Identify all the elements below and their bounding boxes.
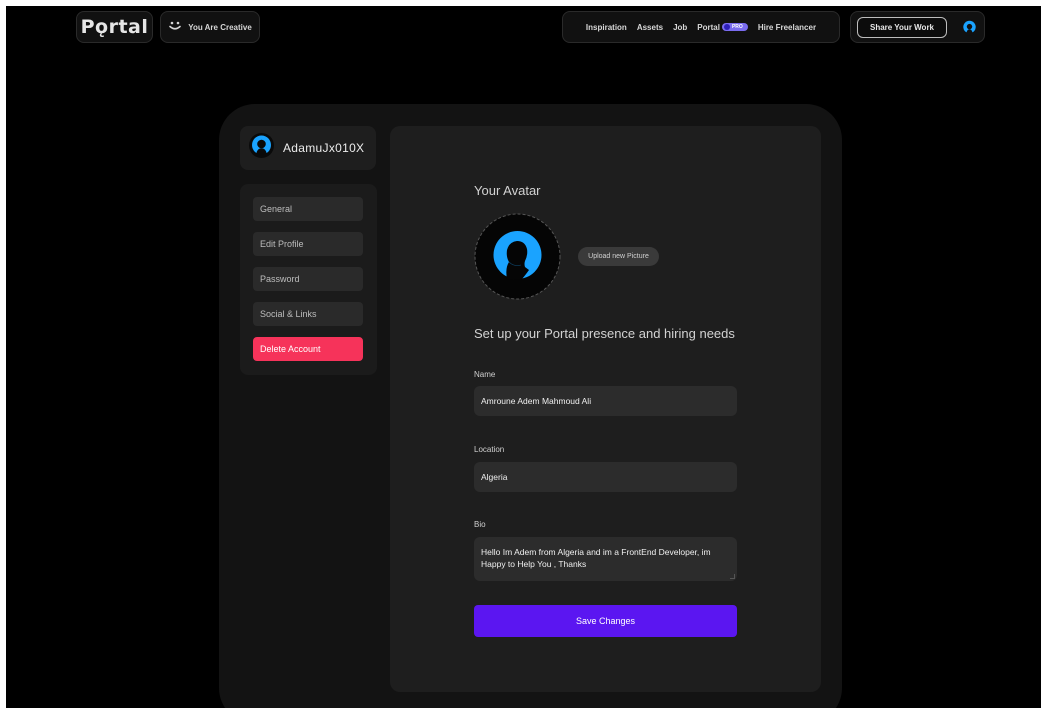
portal-logo[interactable]: Pǫrtal (76, 11, 153, 43)
avatar-title: Your Avatar (474, 183, 541, 198)
nav-hire-freelancer[interactable]: Hire Freelancer (758, 23, 816, 32)
smile-icon (168, 20, 182, 34)
location-input[interactable]: Algeria (474, 462, 737, 492)
profile-form: Your Avatar Upload new Picture Set up yo… (390, 126, 821, 692)
resize-grip-icon[interactable] (730, 574, 735, 579)
nav-assets[interactable]: Assets (637, 23, 663, 32)
user-card: AdamuJx010X (240, 126, 376, 170)
tagline-text: You Are Creative (188, 22, 252, 32)
save-changes-button[interactable]: Save Changes (474, 605, 737, 637)
nav-portal-label: Portal (697, 22, 720, 32)
share-your-work-button[interactable]: Share Your Work (857, 17, 947, 38)
name-label: Name (474, 370, 496, 379)
delete-account-button[interactable]: Delete Account (253, 337, 363, 361)
bio-text: Hello Im Adem from Algeria and im a Fron… (481, 547, 711, 569)
username: AdamuJx010X (283, 141, 365, 155)
nav-portal[interactable]: Portal PRO (697, 23, 748, 32)
presence-heading: Set up your Portal presence and hiring n… (474, 326, 735, 341)
location-label: Location (474, 445, 505, 454)
upload-picture-button[interactable]: Upload new Picture (578, 247, 659, 266)
user-avatar-icon (249, 133, 274, 163)
menu-item-general[interactable]: General (253, 197, 363, 221)
tagline-chip[interactable]: You Are Creative (160, 11, 260, 43)
main-nav: Inspiration Assets Job Portal PRO Hire Fr… (562, 11, 840, 43)
user-avatar-icon[interactable] (961, 19, 978, 36)
avatar-picture[interactable] (474, 213, 561, 300)
pro-badge-label: PRO (731, 24, 743, 31)
app-window: Pǫrtal You Are Creative Inspiration Asse… (6, 6, 1041, 708)
menu-item-social-links[interactable]: Social & Links (253, 302, 363, 326)
bio-label: Bio (474, 520, 486, 529)
nav-job[interactable]: Job (673, 23, 687, 32)
pro-badge-icon (723, 24, 730, 31)
bio-textarea[interactable]: Hello Im Adem from Algeria and im a Fron… (474, 537, 737, 581)
nav-inspiration[interactable]: Inspiration (586, 23, 627, 32)
menu-item-password[interactable]: Password (253, 267, 363, 291)
pro-badge: PRO (721, 23, 748, 32)
settings-menu: General Edit Profile Password Social & L… (240, 184, 377, 375)
menu-item-edit-profile[interactable]: Edit Profile (253, 232, 363, 256)
name-input[interactable]: Amroune Adem Mahmoud Ali (474, 386, 737, 416)
header-actions: Share Your Work (850, 11, 985, 43)
